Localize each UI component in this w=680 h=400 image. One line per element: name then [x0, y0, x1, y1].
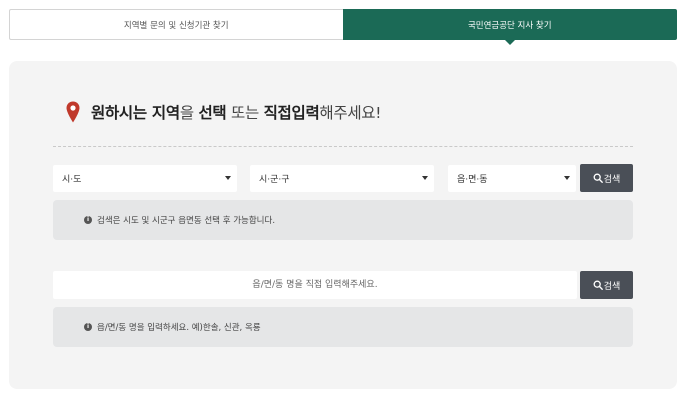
heading-text: 원하시는 지역을 선택 또는 직접입력해주세요!: [91, 101, 381, 123]
caret-down-icon: [422, 176, 428, 180]
search-button-label: 검색: [603, 174, 621, 185]
info-icon: i: [84, 216, 92, 224]
info-icon: i: [84, 323, 92, 331]
tab-label: 지역별 문의 및 신청기관 찾기: [123, 20, 229, 31]
input-search-button[interactable]: 검색: [580, 271, 633, 299]
input-notice: i 읍/면/동 명을 입력하세요. 예)한솔, 신관, 옥룡: [53, 307, 633, 347]
sido-select[interactable]: 시·도: [53, 165, 237, 192]
select-search-button[interactable]: 검색: [580, 164, 633, 192]
tab-regional-inquiry[interactable]: 지역별 문의 및 신청기관 찾기: [9, 9, 343, 40]
input-notice-text: 읍/면/동 명을 입력하세요. 예)한솔, 신관, 옥룡: [97, 323, 261, 333]
heading-emphasis-select: 선택: [198, 104, 227, 122]
sigungu-select[interactable]: 시·군·구: [250, 165, 434, 192]
region-search-input[interactable]: [53, 271, 577, 299]
tab-label: 국민연금공단 지사 찾기: [467, 20, 552, 31]
select-notice: i 검색은 시도 및 시군구 읍면동 선택 후 가능합니다.: [53, 200, 633, 240]
heading-plain: 해주세요!: [319, 104, 382, 122]
tab-bar: 지역별 문의 및 신청기관 찾기 국민연금공단 지사 찾기: [9, 9, 677, 40]
map-pin-icon: [66, 101, 80, 123]
dashed-divider: [53, 146, 633, 147]
sido-select-value: 시·도: [62, 175, 82, 185]
heading-emphasis-region: 원하시는 지역: [91, 104, 180, 122]
search-icon: [593, 173, 603, 183]
eupmyeondong-select[interactable]: 읍·면·동: [448, 165, 576, 192]
heading-emphasis-input: 직접입력: [263, 104, 320, 122]
search-button-label: 검색: [603, 281, 621, 292]
search-icon: [593, 280, 603, 290]
sigungu-select-value: 시·군·구: [259, 175, 290, 185]
heading-plain: 또는: [226, 104, 264, 122]
caret-down-icon: [225, 176, 231, 180]
eupmyeondong-select-value: 읍·면·동: [457, 175, 488, 185]
page-title: 원하시는 지역을 선택 또는 직접입력해주세요!: [66, 101, 381, 123]
tab-branch-search[interactable]: 국민연금공단 지사 찾기: [342, 9, 677, 40]
heading-plain: 을: [179, 104, 199, 122]
select-notice-text: 검색은 시도 및 시군구 읍면동 선택 후 가능합니다.: [97, 216, 276, 226]
caret-down-icon: [564, 176, 570, 180]
